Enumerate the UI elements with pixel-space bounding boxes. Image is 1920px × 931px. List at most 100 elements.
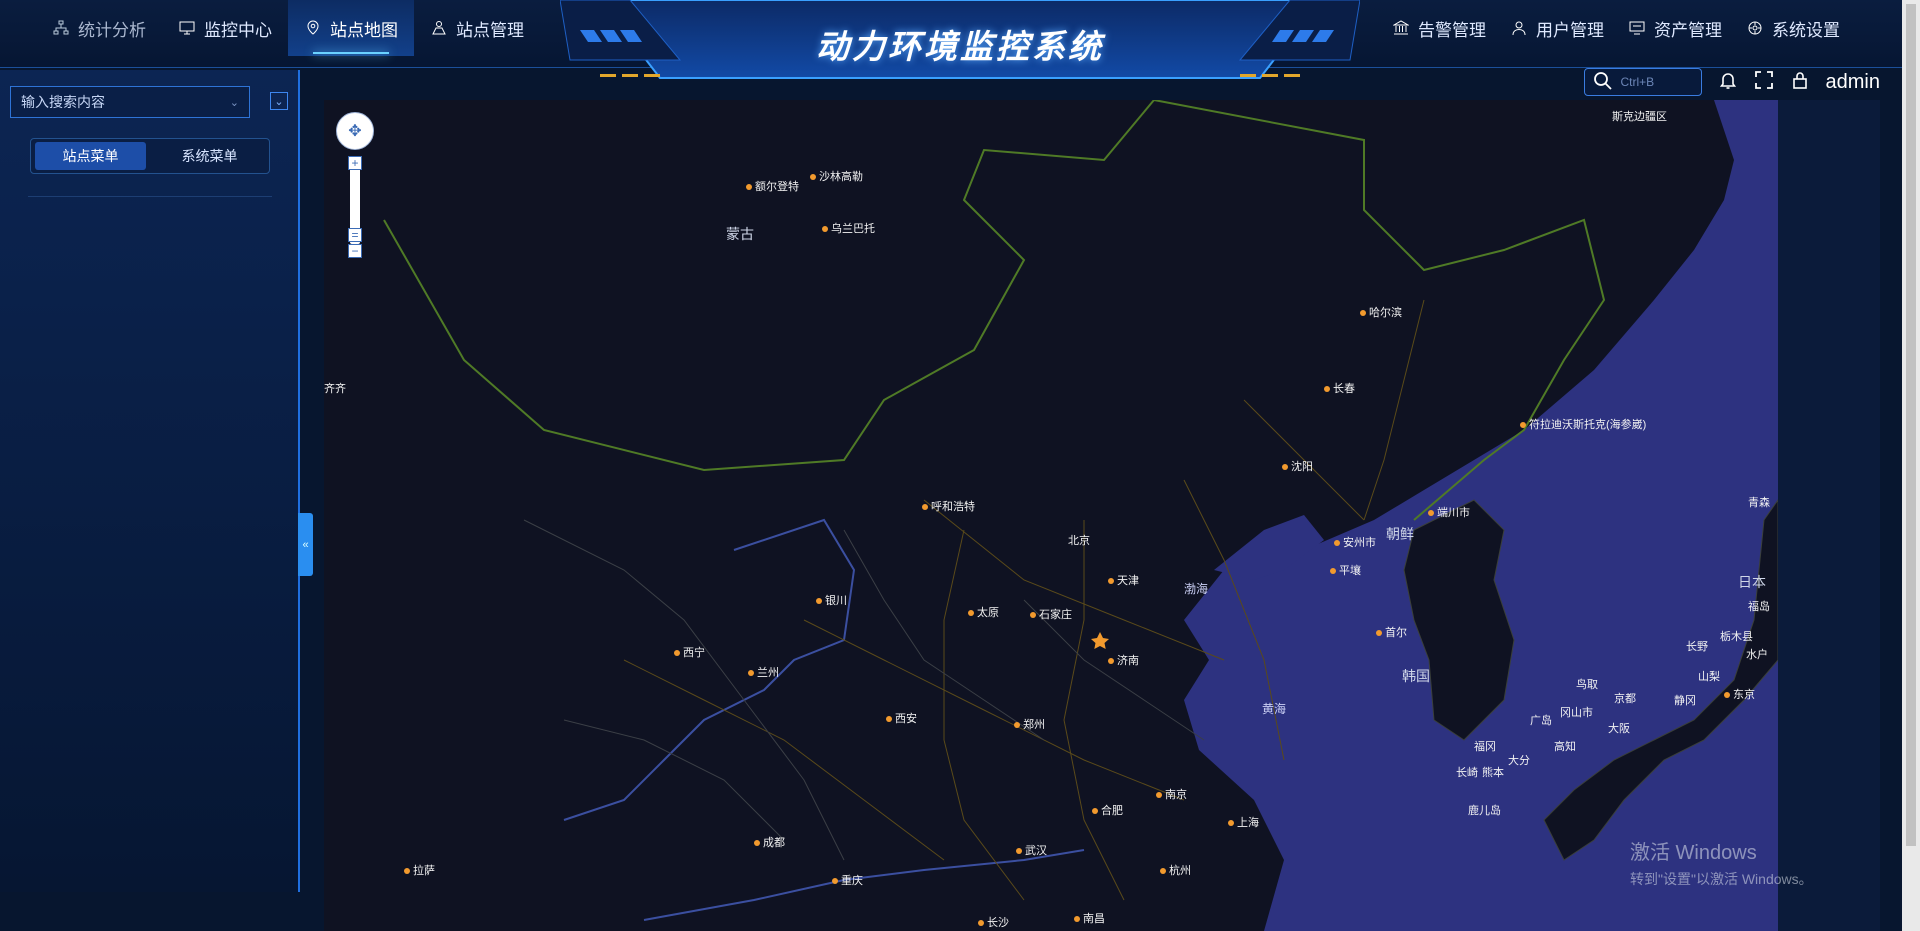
map-sea-label: 黄海	[1262, 702, 1287, 716]
user-icon	[1510, 19, 1528, 37]
chevron-down-icon: ⌄	[229, 96, 239, 109]
map-city[interactable]: 乌兰巴托	[822, 220, 875, 236]
map-city[interactable]: 水户	[1746, 646, 1768, 662]
header-toolbar: Ctrl+B admin	[1583, 66, 1880, 98]
watermark-line2: 转到"设置"以激活 Windows。	[1630, 871, 1813, 887]
map-city[interactable]: 呼和浩特	[922, 498, 975, 514]
map-city[interactable]: 静冈	[1674, 692, 1696, 708]
map-city[interactable]: 斯克边疆区	[1612, 108, 1667, 124]
nav-site-map[interactable]: 站点地图	[288, 0, 414, 56]
nav-monitor-center[interactable]: 监控中心	[162, 0, 288, 56]
map-city[interactable]: 平壤	[1330, 562, 1361, 578]
zoom-in-button[interactable]: +	[348, 156, 362, 170]
tab-system-menu[interactable]: 系统菜单	[154, 142, 265, 170]
nav-label: 站点管理	[456, 20, 524, 40]
map-city[interactable]: 银川	[816, 592, 847, 608]
zoom-out-button[interactable]: −	[348, 244, 362, 258]
star-icon	[1091, 632, 1109, 649]
map-city[interactable]: 高知	[1554, 738, 1576, 754]
tab-site-menu[interactable]: 站点菜单	[35, 142, 146, 170]
page-scrollbar[interactable]	[1902, 0, 1920, 931]
expand-toggle-icon[interactable]: ⌄	[270, 92, 288, 110]
map-city[interactable]: 长野	[1686, 638, 1708, 654]
map-city[interactable]: 西安	[886, 710, 917, 726]
nav-statistics[interactable]: 统计分析	[36, 0, 162, 56]
map-city[interactable]: 京都	[1614, 690, 1636, 706]
sidebar-search-select[interactable]: 输入搜索内容 ⌄	[10, 86, 250, 118]
sidebar-collapse-handle[interactable]: «	[298, 513, 313, 576]
map-city[interactable]: 冈山市	[1560, 704, 1593, 720]
map-city[interactable]: 天津	[1108, 572, 1139, 588]
map-city[interactable]: 南京	[1156, 786, 1187, 802]
nav-user-manage[interactable]: 用户管理	[1498, 0, 1616, 56]
map-city[interactable]: 额尔登特	[746, 178, 799, 194]
map-city[interactable]: 北京	[1068, 532, 1090, 548]
nav-label: 告警管理	[1418, 20, 1486, 40]
map-city[interactable]: 济南	[1108, 652, 1139, 668]
map-city[interactable]: 东京	[1724, 686, 1755, 702]
nav-asset-manage[interactable]: 资产管理	[1616, 0, 1734, 56]
map-city[interactable]: 西宁	[674, 644, 705, 660]
nav-label: 统计分析	[78, 20, 146, 40]
map-city[interactable]: 长沙	[978, 914, 1009, 930]
map-city[interactable]: 武汉	[1016, 842, 1047, 858]
map-city[interactable]: 沙林高勒	[810, 168, 863, 184]
river-line	[643, 849, 1085, 921]
nav-alarm-manage[interactable]: 告警管理	[1380, 0, 1498, 56]
global-search-box[interactable]: Ctrl+B	[1583, 68, 1702, 96]
map-canvas[interactable]: 蒙古 朝鲜 韩国 日本 渤海 黄海 额尔登特 沙林高勒 乌兰巴托 哈尔滨 长春 …	[324, 100, 1778, 931]
nav-label: 用户管理	[1536, 20, 1604, 40]
nav-system-settings[interactable]: 系统设置	[1734, 0, 1852, 56]
map-city[interactable]: 符拉迪沃斯托克(海参崴)	[1520, 416, 1646, 432]
map-city[interactable]: 沈阳	[1282, 458, 1313, 474]
nav-site-manage[interactable]: 站点管理	[414, 0, 540, 56]
map-city[interactable]: 熊本	[1482, 764, 1504, 780]
sidebar: 输入搜索内容 ⌄ ⌄ 站点菜单 系统菜单	[0, 70, 300, 892]
map-city[interactable]: 安州市	[1334, 534, 1376, 550]
system-title: 动力环境监控系统	[816, 27, 1104, 66]
map-city[interactable]: 成都	[754, 834, 785, 850]
map-city[interactable]: 大阪	[1608, 720, 1630, 736]
map-city[interactable]: 长崎	[1456, 764, 1478, 780]
map-city[interactable]: 长春	[1324, 380, 1355, 396]
windows-activation-watermark: 激活 Windows 转到"设置"以激活 Windows。	[1630, 836, 1813, 889]
map-city[interactable]: 福岛	[1748, 598, 1770, 614]
bell-icon[interactable]	[1718, 70, 1738, 95]
lock-icon[interactable]	[1790, 70, 1810, 95]
bank-icon	[1392, 19, 1410, 37]
map-city[interactable]: 山梨	[1698, 668, 1720, 684]
map-pan-control[interactable]: ✥	[336, 112, 374, 150]
gear-icon	[1746, 19, 1764, 37]
map-city[interactable]: 广岛	[1530, 712, 1552, 728]
map-city[interactable]: 郑州	[1014, 716, 1045, 732]
sidebar-divider	[28, 196, 272, 197]
map-city[interactable]: 合肥	[1092, 802, 1123, 818]
map-city[interactable]: 大分	[1508, 752, 1530, 768]
search-icon	[1593, 71, 1613, 94]
map-city[interactable]: 重庆	[832, 872, 863, 888]
computer-icon	[1628, 19, 1646, 37]
map-city[interactable]: 端川市	[1428, 504, 1470, 520]
map-city[interactable]: 鹿儿岛	[1468, 802, 1501, 818]
map-city[interactable]: 首尔	[1376, 624, 1407, 640]
site-manage-icon	[430, 19, 448, 37]
fullscreen-icon[interactable]	[1754, 70, 1774, 95]
map-city[interactable]: 鸟取	[1576, 676, 1598, 692]
map-city[interactable]: 兰州	[748, 664, 779, 680]
map-city[interactable]: 齐齐	[324, 380, 346, 396]
map-city[interactable]: 青森	[1748, 494, 1770, 510]
scrollbar-thumb[interactable]	[1906, 4, 1916, 846]
map-city[interactable]: 石家庄	[1030, 606, 1072, 622]
map-city[interactable]: 栃木县	[1720, 628, 1753, 644]
map-city[interactable]: 南昌	[1074, 910, 1105, 926]
map-city[interactable]: 哈尔滨	[1360, 304, 1402, 320]
map-pin-icon	[304, 19, 322, 37]
map-city[interactable]: 杭州	[1160, 862, 1191, 878]
map-city[interactable]: 福冈	[1474, 738, 1496, 754]
current-user[interactable]: admin	[1826, 71, 1880, 94]
map-city[interactable]: 拉萨	[404, 862, 435, 878]
map-city[interactable]: 太原	[968, 604, 999, 620]
zoom-slider-handle[interactable]: =	[348, 228, 362, 242]
nav-label: 资产管理	[1654, 20, 1722, 40]
map-city[interactable]: 上海	[1228, 814, 1259, 830]
